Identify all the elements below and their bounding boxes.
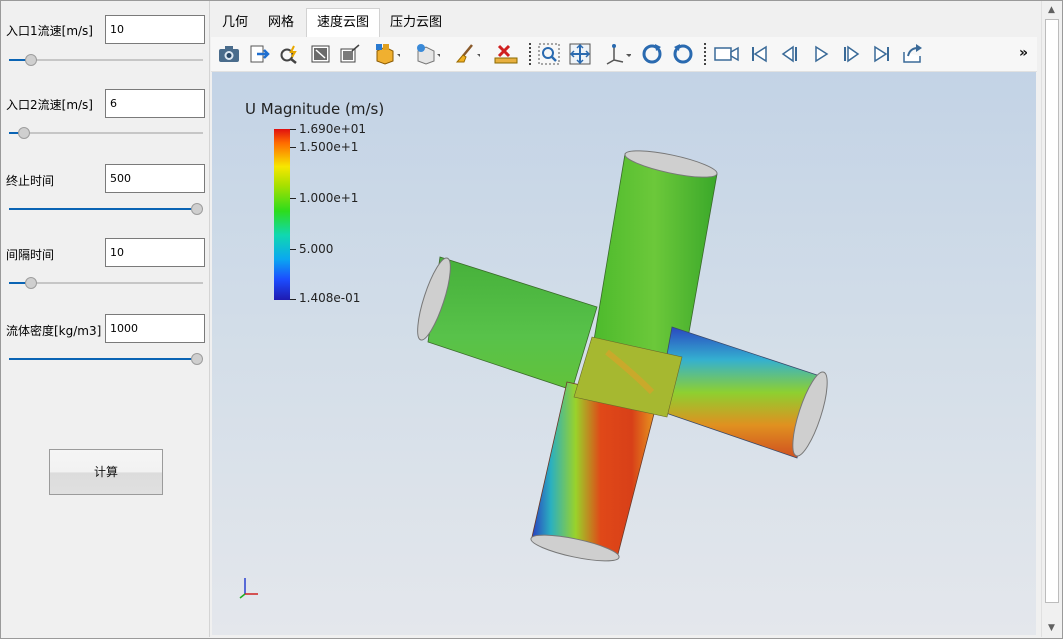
tab-geometry[interactable]: 几何 — [212, 9, 258, 36]
video-camera-icon[interactable] — [714, 41, 740, 67]
inlet1-velocity-label: 入口1流速[m/s] — [6, 24, 93, 38]
rotate-ccw-icon[interactable] — [670, 41, 696, 67]
tab-velocity-contour[interactable]: 速度云图 — [306, 8, 381, 37]
inlet1-velocity-slider[interactable] — [9, 53, 203, 67]
light-bulb-icon[interactable] — [414, 41, 440, 67]
colorbar-label: 1.500e+1 — [299, 140, 359, 154]
vertical-scrollbar[interactable]: ▲ ▼ — [1041, 1, 1061, 637]
inlet1-velocity-input[interactable]: 10 — [105, 15, 205, 44]
interval-time-label: 间隔时间 — [6, 248, 55, 262]
first-frame-icon[interactable] — [746, 41, 772, 67]
render-viewport[interactable]: U Magnitude (m/s) 1.690e+01 1.500e+1 1.0… — [212, 72, 1036, 635]
cross-pipe-model — [417, 150, 828, 562]
zoom-selection-icon[interactable] — [536, 41, 562, 67]
toolbar-separator — [704, 43, 706, 65]
colorbar-tick — [290, 198, 296, 199]
inlet2-velocity-slider[interactable] — [9, 126, 203, 140]
fluid-density-input[interactable]: 1000 — [105, 314, 205, 343]
tab-pressure-contour[interactable]: 压力云图 — [380, 9, 452, 36]
colorbar-label: 5.000 — [299, 242, 334, 256]
toolbar-overflow-button[interactable]: » — [1019, 45, 1028, 61]
tab-mesh[interactable]: 网格 — [258, 9, 304, 36]
loop-export-icon[interactable] — [900, 41, 926, 67]
slider-thumb[interactable] — [25, 277, 37, 289]
rotate-cw-icon[interactable] — [639, 41, 665, 67]
previous-frame-icon[interactable] — [776, 41, 802, 67]
slider-thumb[interactable] — [191, 353, 203, 365]
last-frame-icon[interactable] — [869, 41, 895, 67]
view-toolbar: » — [211, 37, 1037, 72]
brush-icon[interactable] — [454, 41, 480, 67]
probe-search-icon[interactable] — [277, 41, 303, 67]
fluid-density-label: 流体密度[kg/m3] — [6, 324, 102, 338]
end-time-input[interactable]: 500 — [105, 164, 205, 193]
reset-view-icon[interactable] — [308, 41, 334, 67]
color-legend-bar — [274, 129, 290, 300]
colorbar-title: U Magnitude (m/s) — [245, 100, 385, 118]
slider-thumb[interactable] — [191, 203, 203, 215]
inlet2-velocity-input[interactable]: 6 — [105, 89, 205, 118]
colorbar-label-min: 1.408e-01 — [299, 291, 361, 305]
camera-icon[interactable] — [216, 41, 242, 67]
slider-thumb[interactable] — [25, 54, 37, 66]
next-frame-icon[interactable] — [839, 41, 865, 67]
axes-orient-icon[interactable] — [605, 41, 631, 67]
colorbar-label: 1.000e+1 — [299, 191, 359, 205]
scroll-down-icon[interactable]: ▼ — [1042, 619, 1061, 636]
play-icon[interactable] — [808, 41, 834, 67]
colorbar-tick — [290, 249, 296, 250]
slider-thumb[interactable] — [18, 127, 30, 139]
toolbar-separator — [529, 43, 531, 65]
colorbar-tick — [290, 299, 296, 300]
interval-time-slider[interactable] — [9, 276, 203, 290]
scrollbar-thumb[interactable] — [1045, 19, 1059, 603]
colorbar-tick — [290, 129, 296, 130]
fit-view-icon[interactable] — [567, 41, 593, 67]
colorbar-label-max: 1.690e+01 — [299, 122, 367, 136]
scroll-up-icon[interactable]: ▲ — [1042, 1, 1061, 18]
fluid-density-slider[interactable] — [9, 352, 203, 366]
colorbar-tick — [290, 147, 296, 148]
cube-display-icon[interactable] — [374, 41, 400, 67]
parameter-panel: 入口1流速[m/s] 10 入口2流速[m/s] 6 终止时间 500 间隔时间… — [1, 1, 210, 637]
zoom-box-icon[interactable] — [337, 41, 363, 67]
end-time-label: 终止时间 — [6, 174, 55, 188]
orientation-axes-icon — [239, 578, 258, 599]
export-arrow-icon[interactable] — [247, 41, 273, 67]
interval-time-input[interactable]: 10 — [105, 238, 205, 267]
clear-ruler-icon[interactable] — [493, 41, 519, 67]
calculate-button[interactable]: 计算 — [49, 449, 163, 495]
end-time-slider[interactable] — [9, 202, 203, 216]
inlet2-velocity-label: 入口2流速[m/s] — [6, 98, 93, 112]
